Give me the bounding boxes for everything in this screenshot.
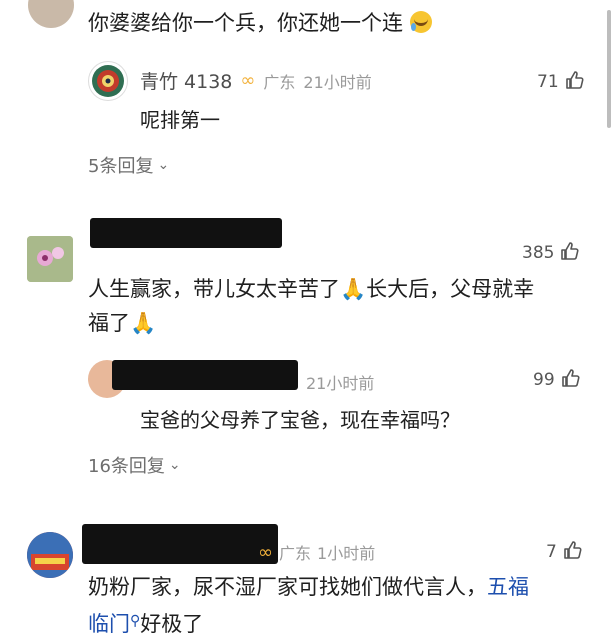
- chevron-down-icon: ⌄: [157, 157, 170, 173]
- avatar[interactable]: [27, 532, 73, 578]
- search-icon[interactable]: ⚲: [130, 613, 140, 629]
- chevron-down-icon: ⌄: [168, 457, 181, 473]
- reply-text: 呢排第一: [140, 108, 220, 132]
- laughing-crying-emoji-icon: [409, 11, 432, 33]
- like-count: 71: [537, 72, 559, 92]
- praying-hands-icon: 🙏: [340, 277, 367, 301]
- scrollbar[interactable]: [607, 10, 611, 128]
- topic-link[interactable]: 临门: [88, 612, 130, 636]
- comment-text: 人生赢家，带儿女太辛苦了🙏长大后，父母就幸 福了🙏: [88, 277, 535, 335]
- reply-avatar[interactable]: [88, 61, 128, 101]
- redacted-username: [112, 360, 298, 390]
- reply-like-button[interactable]: 99: [533, 368, 581, 392]
- comment-text: 奶粉厂家，尿不湿厂家可找她们做代言人，五福 临门⚲好极了: [88, 575, 529, 636]
- like-count: 385: [522, 243, 555, 263]
- avatar[interactable]: [27, 236, 73, 282]
- vip-badge-icon: ∞: [258, 541, 273, 563]
- like-count: 99: [533, 370, 555, 390]
- topic-link[interactable]: 五福: [487, 575, 529, 599]
- comment-time: 1小时前: [317, 544, 376, 563]
- like-button[interactable]: 7: [546, 540, 583, 564]
- reply-time: 21小时前: [306, 374, 375, 393]
- view-replies-link[interactable]: 16条回复 ⌄: [88, 452, 181, 478]
- reply-like-button[interactable]: 71: [537, 70, 585, 94]
- reply-location: 广东: [263, 72, 296, 92]
- comment-text: 你婆婆给你一个兵，你还她一个连: [88, 6, 432, 40]
- redacted-username: [90, 218, 282, 248]
- avatar[interactable]: [28, 0, 74, 28]
- comment-location: 广东: [279, 544, 312, 563]
- thumbs-up-icon: [565, 70, 585, 94]
- vip-badge-icon: ∞: [240, 70, 256, 91]
- redacted-username: [82, 524, 278, 564]
- reply-time: 21小时前: [303, 72, 372, 92]
- praying-hands-icon: 🙏: [130, 311, 157, 335]
- reply-header: 青竹 4138 ∞ 广东 21小时前: [140, 67, 372, 94]
- thumbs-up-icon: [561, 368, 581, 392]
- like-button[interactable]: 385: [522, 241, 580, 265]
- comment-header: ∞ 广东 1小时前: [258, 540, 375, 564]
- view-replies-link[interactable]: 5条回复 ⌄: [88, 152, 169, 178]
- like-count: 7: [546, 542, 557, 562]
- reply-username[interactable]: 青竹 4138: [140, 67, 232, 94]
- reply-text: 宝爸的父母养了宝爸，现在幸福吗？: [140, 408, 460, 432]
- thumbs-up-icon: [563, 540, 583, 564]
- thumbs-up-icon: [560, 241, 580, 265]
